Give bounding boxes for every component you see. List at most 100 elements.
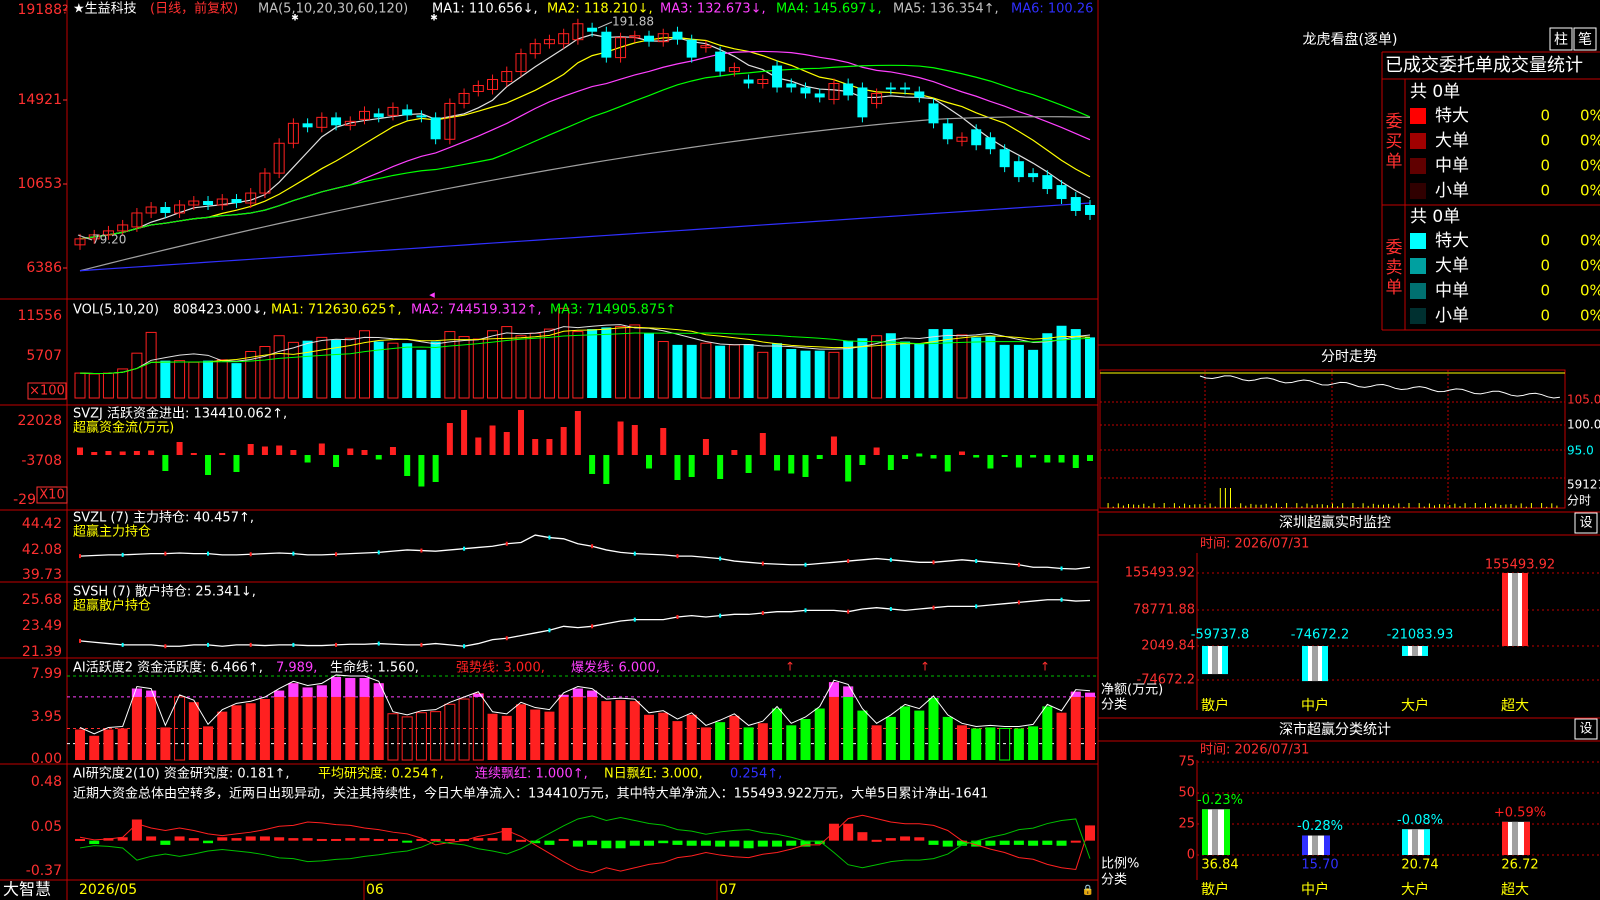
- candle-down: [800, 87, 811, 94]
- research-bar: [387, 838, 398, 841]
- svsh-dot: [1060, 597, 1063, 602]
- monitor-bar-edge: [1302, 646, 1308, 682]
- research-bar: [644, 840, 655, 846]
- flow-bar: [674, 455, 681, 480]
- research-bar: [700, 840, 711, 846]
- monitor-bar-edge: [1422, 646, 1428, 656]
- candle-down: [928, 103, 939, 124]
- monitor-settings-label: 设: [1579, 516, 1592, 531]
- active-ytick: 7.99: [31, 666, 62, 682]
- svsh-dot: [548, 628, 551, 633]
- marker-arrow-icon: ◂: [429, 288, 435, 301]
- sell_rows-pct: 0%: [1580, 307, 1600, 325]
- candle-down: [587, 27, 598, 32]
- sell_rows-label: 小单: [1435, 306, 1469, 326]
- buy_rows-label: 特大: [1435, 106, 1469, 126]
- research-bar: [928, 840, 939, 845]
- flow-bar: [631, 425, 638, 455]
- svzl-dot: [1017, 562, 1020, 567]
- svsh-dot: [676, 614, 679, 619]
- flow-bar: [148, 450, 155, 455]
- sell_rows-pct: 0%: [1580, 232, 1600, 250]
- flow-bar: [617, 421, 624, 455]
- sell_rows-swatch: [1410, 258, 1426, 274]
- sell_rows-swatch: [1410, 308, 1426, 324]
- monitor-bar-edge: [1522, 573, 1528, 646]
- classify-delta: -0.28%: [1297, 819, 1343, 834]
- activity-bar: [203, 726, 214, 760]
- ma-legend-2: MA2: 118.210↓,: [547, 2, 653, 17]
- flow-bar: [432, 455, 439, 482]
- research-bar: [1085, 825, 1095, 841]
- research-bar: [843, 823, 854, 841]
- classify-bar-shade: [1512, 821, 1518, 855]
- activity-bar: [700, 727, 711, 760]
- monitor-bar-edge: [1502, 573, 1508, 646]
- candle-down: [843, 83, 854, 96]
- flow-bar: [77, 447, 83, 455]
- volume-bar-down: [914, 344, 925, 398]
- flow-bar: [802, 455, 809, 477]
- flow-bar: [873, 447, 880, 455]
- volume-bar-down: [743, 344, 754, 398]
- svzj-sub: 超赢资金流(万元): [73, 420, 174, 436]
- vol-legend-value: 808423.000↓,: [173, 303, 267, 318]
- research-bar: [914, 837, 925, 841]
- brand-logo: 大智慧: [3, 880, 51, 899]
- flow-bar: [233, 455, 240, 472]
- research-bar: [715, 840, 726, 847]
- classify-delta: -0.08%: [1397, 813, 1443, 828]
- candle-down: [999, 149, 1010, 168]
- classify-ylabel2: 分类: [1101, 873, 1127, 888]
- research-bar: [743, 840, 754, 849]
- flow-bar: [958, 451, 965, 455]
- svzl-dot: [79, 554, 81, 559]
- flow-bar: [162, 455, 169, 471]
- signal-arrow-icon: ↑: [1040, 660, 1050, 674]
- buy-label-char: 单: [1386, 152, 1403, 172]
- candle-down: [743, 79, 754, 84]
- svzj-ytick: 22028: [17, 413, 62, 429]
- candle-down: [971, 129, 982, 146]
- volume-bar-down: [231, 363, 242, 398]
- svzl-dot: [719, 556, 722, 561]
- monitor-bar-shade: [1212, 646, 1218, 675]
- classify-ytick: 0: [1187, 848, 1195, 863]
- research-bar: [288, 838, 299, 841]
- activity-bar: [985, 727, 996, 760]
- activity-bar: [530, 709, 541, 760]
- activity-bar: [942, 716, 953, 760]
- flow-bar: [205, 455, 212, 475]
- classify-ytick: 50: [1178, 786, 1195, 801]
- lock-icon: 🔒: [1082, 884, 1094, 896]
- research-bar: [572, 840, 583, 847]
- svsh-dot: [633, 617, 636, 622]
- flow-bar: [532, 439, 539, 455]
- activity-bar: [715, 722, 726, 760]
- volume-bar-down: [999, 344, 1010, 398]
- vol-legend-ma3: MA3: 714905.875↑: [550, 303, 676, 318]
- volume-bar-down: [1085, 337, 1095, 398]
- classify-value: 26.72: [1501, 858, 1538, 873]
- flow-bar: [304, 455, 311, 463]
- svsh-dot: [591, 624, 594, 629]
- candle-down: [644, 35, 655, 42]
- flow-bar: [745, 455, 752, 473]
- activity-bar-burst: [302, 687, 313, 697]
- monitor-ytick: 78771.88: [1133, 603, 1195, 618]
- research-bar: [444, 838, 455, 841]
- activity-bar: [131, 688, 142, 760]
- candle-down: [1013, 161, 1024, 178]
- intraday-ylabel: 59121: [1567, 478, 1600, 492]
- volume-bar-down: [1028, 349, 1039, 398]
- activity-bar: [928, 697, 939, 760]
- activity-bar: [1056, 712, 1067, 760]
- flow-bar: [489, 425, 496, 455]
- sell_rows-label: 特大: [1435, 231, 1469, 251]
- flow-bar: [375, 455, 382, 460]
- activity-bar: [971, 728, 982, 760]
- research-bar: [629, 840, 640, 846]
- activity-bar: [800, 718, 811, 760]
- research-bar: [188, 838, 199, 841]
- research-bar: [1042, 840, 1053, 845]
